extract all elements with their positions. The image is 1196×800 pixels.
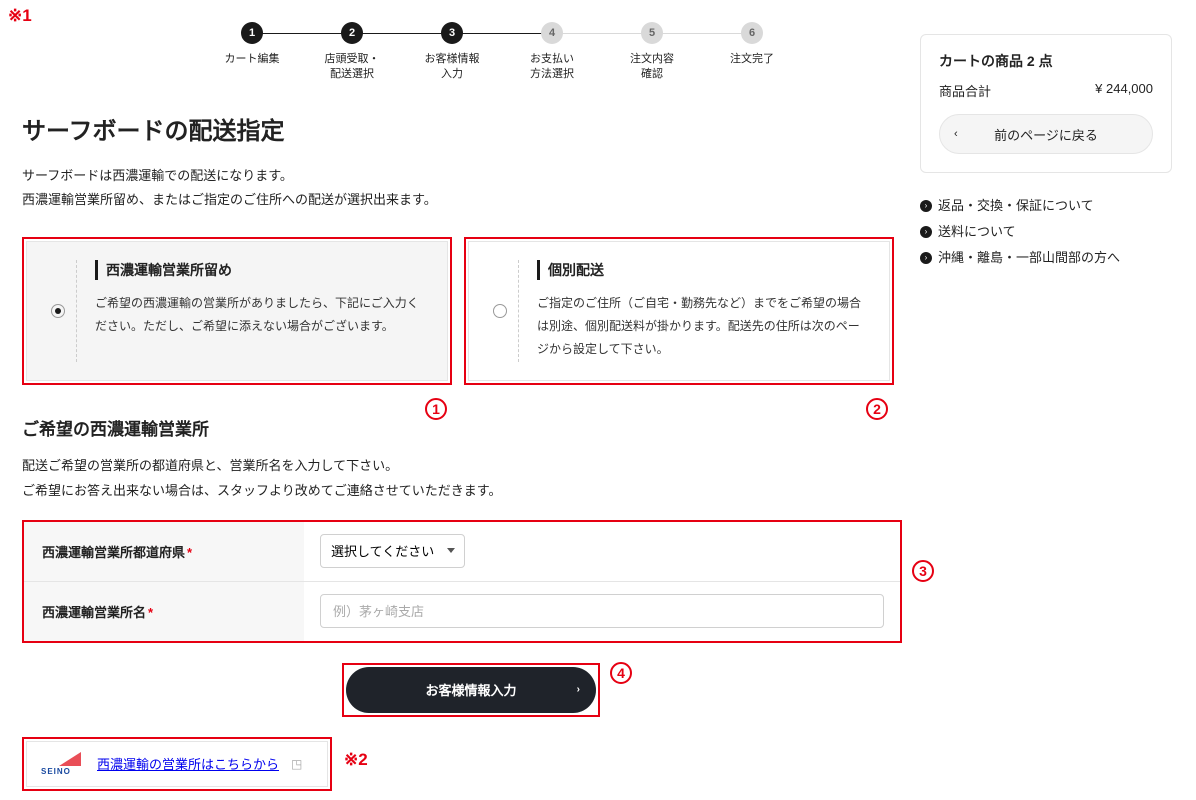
step-3: 3 お客様情報 入力 [402,22,502,83]
seino-logo-icon: SEINO [41,752,85,776]
delivery-options: 西濃運輸営業所留め ご希望の西濃運輸の営業所がありましたら、下記にご入力ください… [22,237,902,385]
form-row-prefecture: 西濃運輸営業所都道府県* 選択してください [24,522,900,582]
seino-offices-link[interactable]: SEINO 西濃運輸の営業所はこちらから ◳ [26,741,328,787]
step-dot: 5 [641,22,663,44]
link-remote-areas[interactable]: › 沖縄・離島・一部山間部の方へ [920,245,1172,271]
step-2: 2 店頭受取・ 配送選択 [302,22,402,83]
step-label: お支払い 方法選択 [530,52,574,83]
annotation-circle-4: 4 [610,662,632,684]
link-text: 沖縄・離島・一部山間部の方へ [938,245,1120,271]
sublead-line: ご希望にお答え出来ない場合は、スタッフより改めてご連絡させていただきます。 [22,483,501,498]
option-desc: ご指定のご住所（ご自宅・勤務先など）までをご希望の場合は別途、個別配送料が掛かり… [537,292,871,360]
step-dot: 4 [541,22,563,44]
link-text: 返品・交換・保証について [938,193,1094,219]
select-wrap: 選択してください [320,534,465,568]
annotation-circle-3: 3 [912,560,934,582]
step-1: 1 カート編集 [202,22,302,67]
form-label: 西濃運輸営業所都道府県* [24,522,304,581]
step-label: 注文完了 [730,52,774,67]
lead-line: サーフボードは西濃運輸での配送になります。 [22,168,293,183]
cart-title: カートの商品 2 点 [939,51,1153,71]
label-text: 西濃運輸営業所都道府県 [42,545,185,560]
prefecture-select[interactable]: 選択してください [320,534,465,568]
sidebar: カートの商品 2 点 商品合計 ¥ 244,000 ‹ 前のページに戻る › 返品… [920,34,1172,271]
submit-button[interactable]: お客様情報入力 › [346,667,596,713]
external-link-annot-frame: SEINO 西濃運輸の営業所はこちらから ◳ [22,737,332,791]
arrow-circle-icon: › [920,226,932,238]
option-desc: ご希望の西濃運輸の営業所がありましたら、下記にご入力ください。ただし、ご希望に添… [95,292,429,338]
link-text: 送料について [938,219,1016,245]
office-form: 西濃運輸営業所都道府県* 選択してください 西濃運輸営業所名* [22,520,902,643]
form-label: 西濃運輸営業所名* [24,582,304,641]
sublead-line: 配送ご希望の営業所の都道府県と、営業所名を入力して下さい。 [22,458,398,473]
chevron-right-icon: › [577,684,580,695]
step-dot: 2 [341,22,363,44]
lead-line: 西濃運輸営業所留め、またはご指定のご住所への配送が選択出来ます。 [22,192,437,207]
step-5: 5 注文内容 確認 [602,22,702,83]
cart-row-value: ¥ 244,000 [1095,81,1153,100]
radio-icon[interactable] [493,304,507,318]
radio-column [39,260,77,362]
step-label: お客様情報 入力 [425,52,480,83]
section-title: ご希望の西濃運輸営業所 [22,415,902,440]
main-column: 1 カート編集 2 店頭受取・ 配送選択 3 お客様情報 入力 4 お支払い 方… [22,22,902,791]
required-mark: * [148,605,153,620]
cart-row-label: 商品合計 [939,81,991,100]
option-individual-delivery[interactable]: 個別配送 ご指定のご住所（ご自宅・勤務先など）までをご希望の場合は別途、個別配送… [464,237,894,385]
annotation-circle-1: 1 [425,398,447,420]
step-6: 6 注文完了 [702,22,802,67]
cart-summary-box: カートの商品 2 点 商品合計 ¥ 244,000 ‹ 前のページに戻る [920,34,1172,173]
option-title: 西濃運輸営業所留め [95,260,429,280]
link-returns[interactable]: › 返品・交換・保証について [920,193,1172,219]
external-link-text: 西濃運輸の営業所はこちらから [97,754,279,773]
arrow-circle-icon: › [920,200,932,212]
required-mark: * [187,545,192,560]
seino-logo-text: SEINO [41,767,71,776]
step-dot: 3 [441,22,463,44]
checkout-stepper: 1 カート編集 2 店頭受取・ 配送選択 3 お客様情報 入力 4 お支払い 方… [142,22,862,83]
back-label: 前のページに戻る [994,125,1098,144]
submit-button-annot-frame: お客様情報入力 › [342,663,600,717]
lead-text: サーフボードは西濃運輸での配送になります。 西濃運輸営業所留め、またはご指定のご… [22,164,902,213]
option-office-pickup[interactable]: 西濃運輸営業所留め ご希望の西濃運輸の営業所がありましたら、下記にご入力ください… [22,237,452,385]
radio-icon[interactable] [51,304,65,318]
step-dot: 1 [241,22,263,44]
label-text: 西濃運輸営業所名 [42,605,146,620]
chevron-left-icon: ‹ [954,128,958,140]
back-button[interactable]: ‹ 前のページに戻る [939,114,1153,154]
page-title: サーフボードの配送指定 [22,111,902,146]
radio-column [481,260,519,362]
submit-label: お客様情報入力 [425,680,516,699]
step-4: 4 お支払い 方法選択 [502,22,602,83]
step-dot: 6 [741,22,763,44]
office-name-input[interactable] [320,594,884,628]
link-shipping[interactable]: › 送料について [920,219,1172,245]
external-link-icon: ◳ [291,757,302,771]
sidebar-links: › 返品・交換・保証について › 送料について › 沖縄・離島・一部山間部の方へ [920,193,1172,271]
step-label: 店頭受取・ 配送選択 [325,52,380,83]
cart-row: 商品合計 ¥ 244,000 [939,81,1153,100]
section-lead: 配送ご希望の営業所の都道府県と、営業所名を入力して下さい。 ご希望にお答え出来な… [22,454,902,503]
step-label: 注文内容 確認 [630,52,674,83]
annotation-circle-2: 2 [866,398,888,420]
option-title: 個別配送 [537,260,871,280]
step-label: カート編集 [225,52,280,67]
arrow-circle-icon: › [920,252,932,264]
annotation-note-2: ※2 [344,750,368,770]
form-row-office-name: 西濃運輸営業所名* [24,582,900,641]
